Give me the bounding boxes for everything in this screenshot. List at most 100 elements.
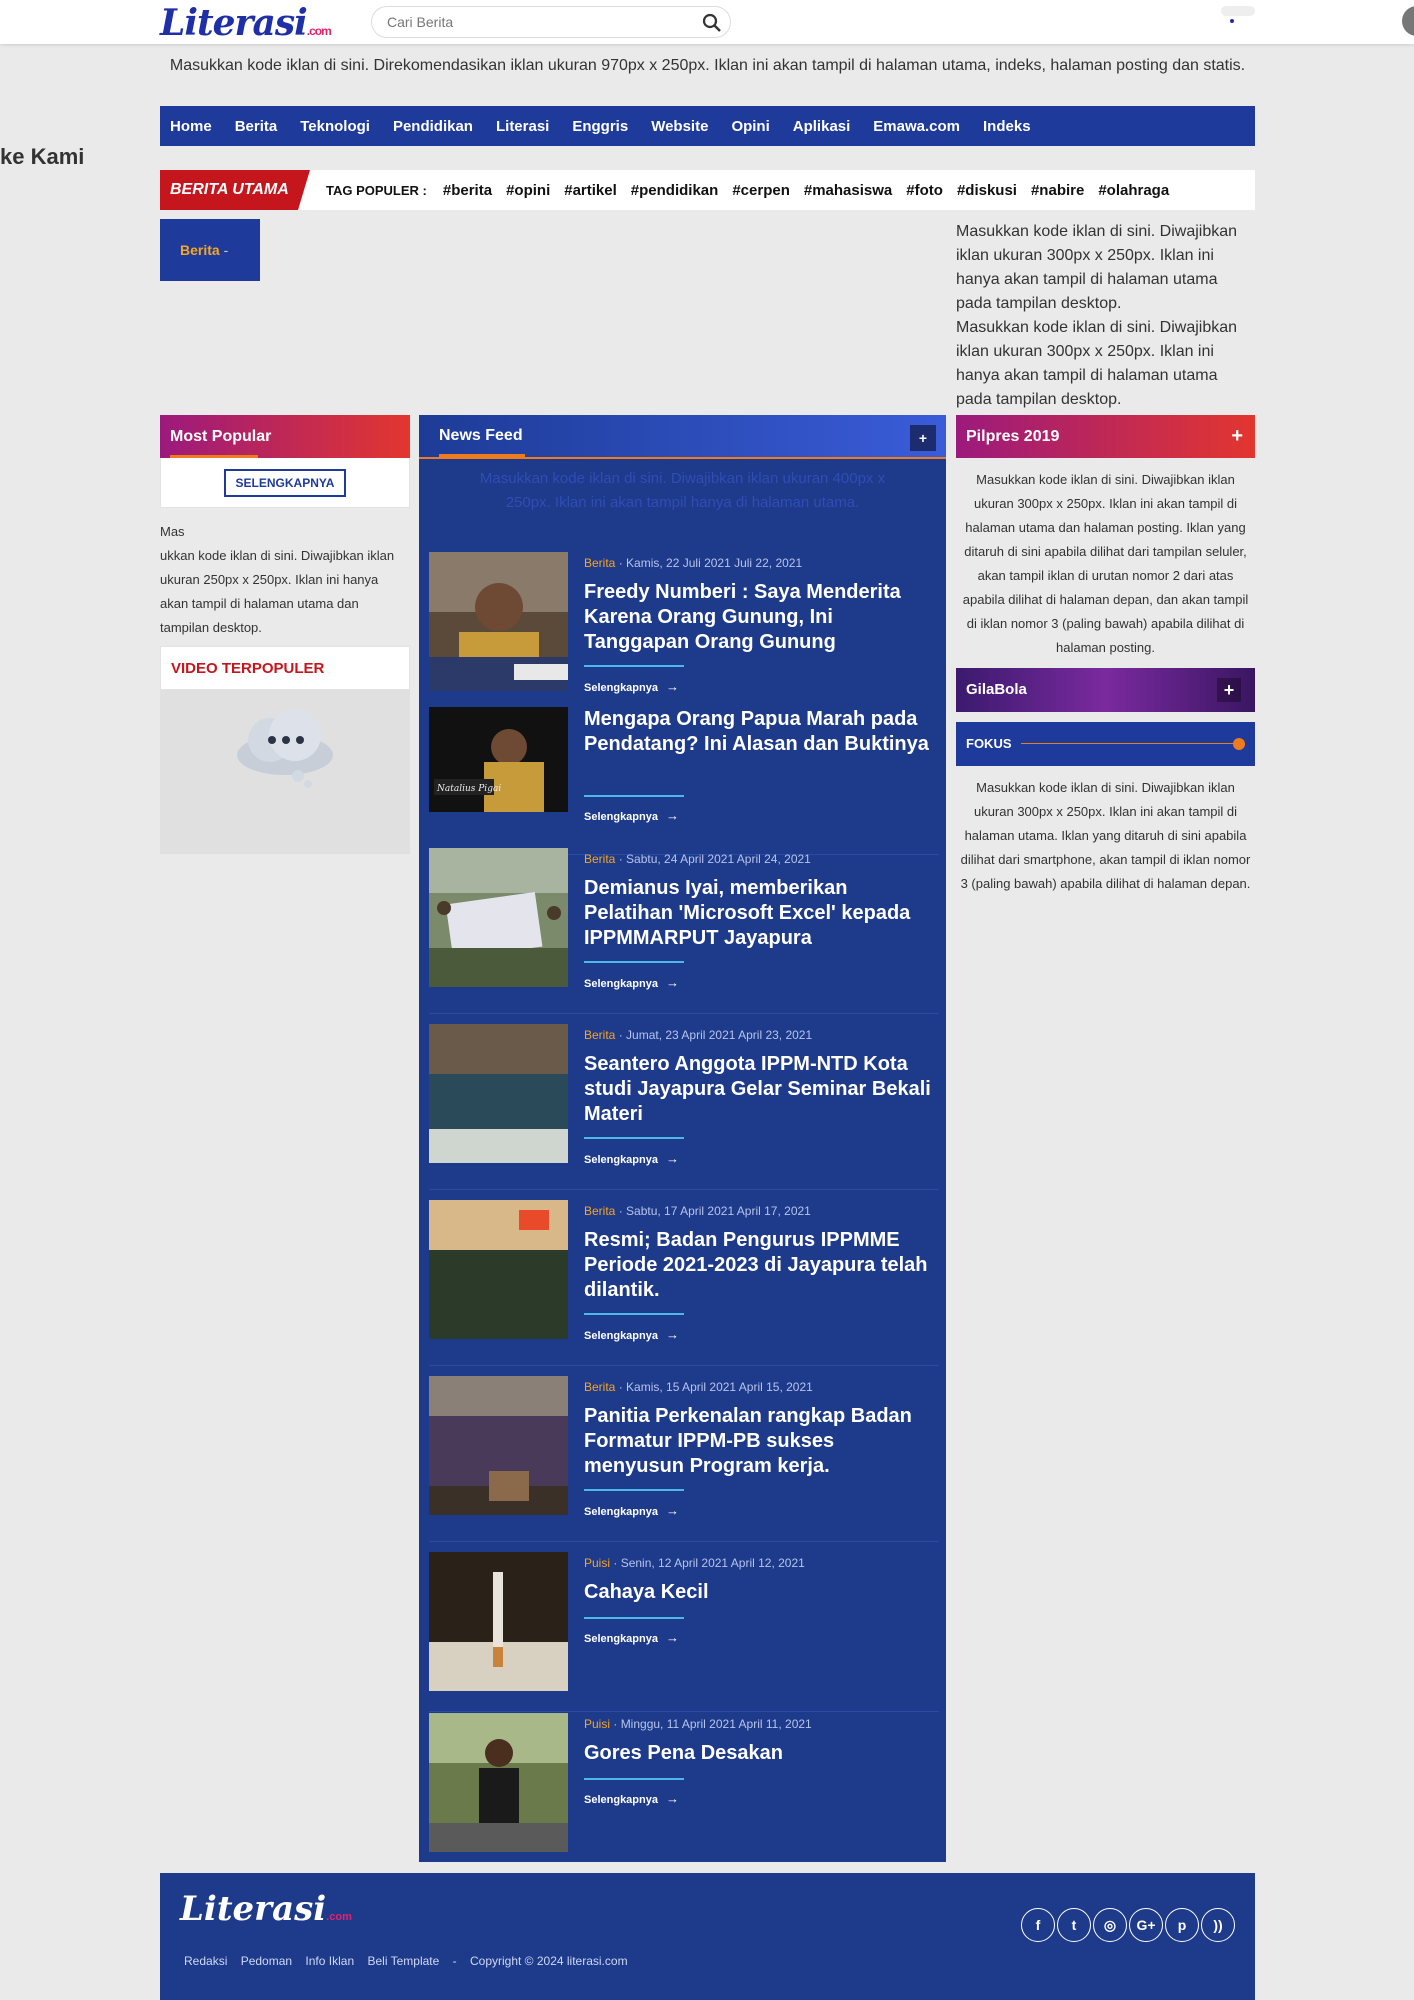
nav-item-indeks[interactable]: Indeks (983, 118, 1031, 135)
nav-item-aplikasi[interactable]: Aplikasi (793, 118, 851, 135)
tag-link[interactable]: #artikel (564, 182, 617, 199)
nav-item-opini[interactable]: Opini (731, 118, 769, 135)
article-date: · Sabtu, 17 April 2021 April 17, 2021 (618, 1204, 811, 1218)
divider (584, 1489, 684, 1491)
list-item[interactable]: Berita · Sabtu, 17 April 2021 April 17, … (429, 1200, 939, 1366)
article-title[interactable]: Gores Pena Desakan (584, 1741, 939, 1766)
tag-link[interactable]: #diskusi (957, 182, 1017, 199)
site-logo[interactable]: Literasi.com (160, 2, 332, 44)
category-link[interactable]: Berita (584, 556, 615, 570)
tag-link[interactable]: #berita (443, 182, 492, 199)
search-icon[interactable] (702, 13, 722, 33)
tag-link[interactable]: #olahraga (1098, 182, 1169, 199)
social-links: f t ◎ G+ p )) (1019, 1908, 1235, 1942)
avatar[interactable] (1402, 6, 1414, 36)
article-title[interactable]: Freedy Numberi : Saya Menderita Karena O… (584, 580, 939, 655)
category-link[interactable]: Berita (584, 1204, 615, 1218)
article-thumbnail[interactable] (429, 1376, 568, 1515)
nav-item-berita[interactable]: Berita (235, 118, 278, 135)
footer-link-redaksi[interactable]: Redaksi (184, 1954, 227, 1968)
article-thumbnail[interactable] (429, 552, 568, 691)
read-more-link[interactable]: Selengkapnya → (584, 679, 679, 694)
read-more-link[interactable]: Selengkapnya → (584, 1503, 679, 1518)
right-sidebar: Pilpres 2019 + Masukkan kode iklan di si… (956, 415, 1255, 906)
footer-separator: - (452, 1954, 457, 1968)
plus-icon[interactable]: + (1231, 415, 1243, 458)
nav-item-enggris[interactable]: Enggris (572, 118, 628, 135)
google-plus-icon[interactable]: G+ (1129, 1908, 1163, 1942)
article-title[interactable]: Demianus Iyai, memberikan Pelatihan 'Mic… (584, 876, 939, 951)
rss-icon[interactable]: )) (1201, 1908, 1235, 1942)
tag-link[interactable]: #opini (506, 182, 550, 199)
article-date: · Senin, 12 April 2021 April 12, 2021 (613, 1556, 805, 1570)
read-more-link[interactable]: Selengkapnya → (584, 1791, 679, 1806)
ad-right-top-2: Masukkan kode iklan di sini. Diwajibkan … (956, 319, 1238, 408)
footer-link-info-iklan[interactable]: Info Iklan (305, 1954, 354, 1968)
expand-button[interactable]: + (910, 425, 936, 451)
nav-item-website[interactable]: Website (651, 118, 708, 135)
pinterest-icon[interactable]: p (1165, 1908, 1199, 1942)
read-more-link[interactable]: Selengkapnya → (584, 1327, 679, 1342)
article-title[interactable]: Mengapa Orang Papua Marah pada Pendatang… (584, 707, 939, 757)
nav-item-home[interactable]: Home (170, 118, 212, 135)
read-more-link[interactable]: Selengkapnya → (584, 1630, 679, 1645)
nav-item-teknologi[interactable]: Teknologi (300, 118, 370, 135)
theme-toggle[interactable] (1221, 6, 1255, 16)
plus-icon[interactable]: + (1217, 678, 1241, 702)
list-item[interactable]: Puisi · Minggu, 11 April 2021 April 11, … (429, 1713, 939, 1853)
article-title[interactable]: Resmi; Badan Pengurus IPPMME Periode 202… (584, 1228, 939, 1303)
article-thumbnail[interactable] (429, 1024, 568, 1163)
list-item[interactable]: Berita · Kamis, 22 Juli 2021 Juli 22, 20… (429, 552, 939, 702)
ad-right-top-1: Masukkan kode iklan di sini. Diwajibkan … (956, 223, 1238, 312)
article-meta: Berita · Kamis, 15 April 2021 April 15, … (584, 1380, 813, 1394)
article-thumbnail[interactable] (429, 1713, 568, 1852)
article-thumbnail[interactable] (429, 848, 568, 987)
ad-fokus: Masukkan kode iklan di sini. Diwajibkan … (960, 780, 1251, 891)
list-item[interactable]: Berita · Kamis, 15 April 2021 April 15, … (429, 1376, 939, 1542)
nav-item-emawa[interactable]: Emawa.com (873, 118, 960, 135)
read-more-link[interactable]: Selengkapnya → (584, 975, 679, 990)
instagram-icon[interactable]: ◎ (1093, 1908, 1127, 1942)
tag-link[interactable]: #mahasiswa (804, 182, 892, 199)
list-item[interactable]: Natalius Pigai Mengapa Orang Papua Marah… (429, 707, 939, 855)
facebook-icon[interactable]: f (1021, 1908, 1055, 1942)
read-more-link[interactable]: Selengkapnya → (584, 1151, 679, 1166)
search-input[interactable] (387, 14, 687, 30)
tag-link[interactable]: #foto (906, 182, 943, 199)
category-link[interactable]: Berita (584, 852, 615, 866)
fokus-title: FOKUS (966, 736, 1012, 751)
nav-item-pendidikan[interactable]: Pendidikan (393, 118, 473, 135)
category-link[interactable]: Puisi (584, 1556, 610, 1570)
footer-logo[interactable]: Literasi.com (180, 1889, 352, 1929)
twitter-icon[interactable]: t (1057, 1908, 1091, 1942)
left-sidebar: Most Popular SELENGKAPNYA Mas ukkan kode… (160, 415, 410, 854)
list-item[interactable]: Puisi · Senin, 12 April 2021 April 12, 2… (429, 1552, 939, 1712)
tag-link[interactable]: #pendidikan (631, 182, 719, 199)
tag-link[interactable]: #nabire (1031, 182, 1084, 199)
nav-item-literasi[interactable]: Literasi (496, 118, 549, 135)
logo-suffix: .com (306, 24, 332, 38)
article-thumbnail[interactable] (429, 1552, 568, 1691)
video-terpopuler-header: VIDEO TERPOPULER (160, 646, 410, 690)
article-thumbnail[interactable] (429, 1200, 568, 1339)
top-bar: Literasi.com (0, 0, 1414, 44)
headline-ticker[interactable]: Berita - (160, 219, 260, 281)
article-title[interactable]: Cahaya Kecil (584, 1580, 939, 1605)
footer-link-beli-template[interactable]: Beli Template (367, 1954, 439, 1968)
category-link[interactable]: Puisi (584, 1717, 610, 1731)
article-title[interactable]: Seantero Anggota IPPM-NTD Kota studi Jay… (584, 1052, 939, 1127)
list-item[interactable]: Berita · Sabtu, 24 April 2021 April 24, … (429, 848, 939, 1014)
category-link[interactable]: Berita (584, 1380, 615, 1394)
article-title[interactable]: Panitia Perkenalan rangkap Badan Formatu… (584, 1404, 939, 1479)
category-link[interactable]: Berita (584, 1028, 615, 1042)
article-meta: Berita · Kamis, 22 Juli 2021 Juli 22, 20… (584, 556, 802, 570)
selengkapnya-button[interactable]: SELENGKAPNYA (223, 468, 347, 497)
list-item[interactable]: Berita · Jumat, 23 April 2021 April 23, … (429, 1024, 939, 1190)
tag-link[interactable]: #cerpen (732, 182, 790, 199)
read-more-label: Selengkapnya (584, 1633, 658, 1645)
article-thumbnail[interactable]: Natalius Pigai (429, 707, 568, 812)
gilabola-title: GilaBola (966, 681, 1027, 698)
read-more-label: Selengkapnya (584, 1506, 658, 1518)
read-more-link[interactable]: Selengkapnya → (584, 808, 679, 823)
footer-link-pedoman[interactable]: Pedoman (241, 1954, 292, 1968)
